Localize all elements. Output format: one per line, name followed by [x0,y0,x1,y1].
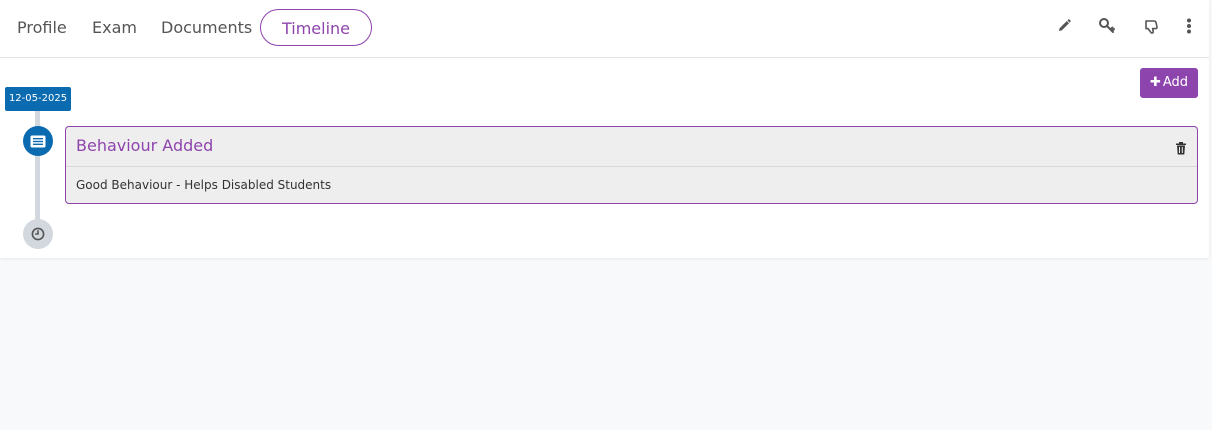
trash-icon[interactable] [1175,140,1187,155]
entry-description: Good Behaviour - Helps Disabled Students [76,178,332,192]
more-vertical-icon[interactable] [1179,16,1199,36]
pencil-icon[interactable] [1054,16,1074,36]
timeline-entry: Behaviour Added Good Behaviour - Helps D… [65,126,1198,204]
key-icon[interactable] [1097,16,1117,36]
entry-header: Behaviour Added [66,127,1197,167]
tab-timeline[interactable]: Timeline [260,9,372,46]
add-button-label: Add [1162,75,1189,90]
timeline-card: Profile Exam Documents Timeline ✚ Add 12… [0,0,1209,258]
tab-bar: Profile Exam Documents Timeline [0,0,1209,58]
date-badge: 12-05-2025 [5,87,71,111]
list-icon [23,126,53,156]
add-button[interactable]: ✚ Add [1140,68,1198,98]
tab-exam[interactable]: Exam [92,9,137,46]
clock-icon [23,219,53,249]
thumbs-down-icon[interactable] [1141,16,1161,36]
entry-title: Behaviour Added [76,136,214,155]
plus-icon: ✚ [1149,75,1161,90]
tab-documents[interactable]: Documents [161,9,252,46]
tab-profile[interactable]: Profile [17,9,67,46]
